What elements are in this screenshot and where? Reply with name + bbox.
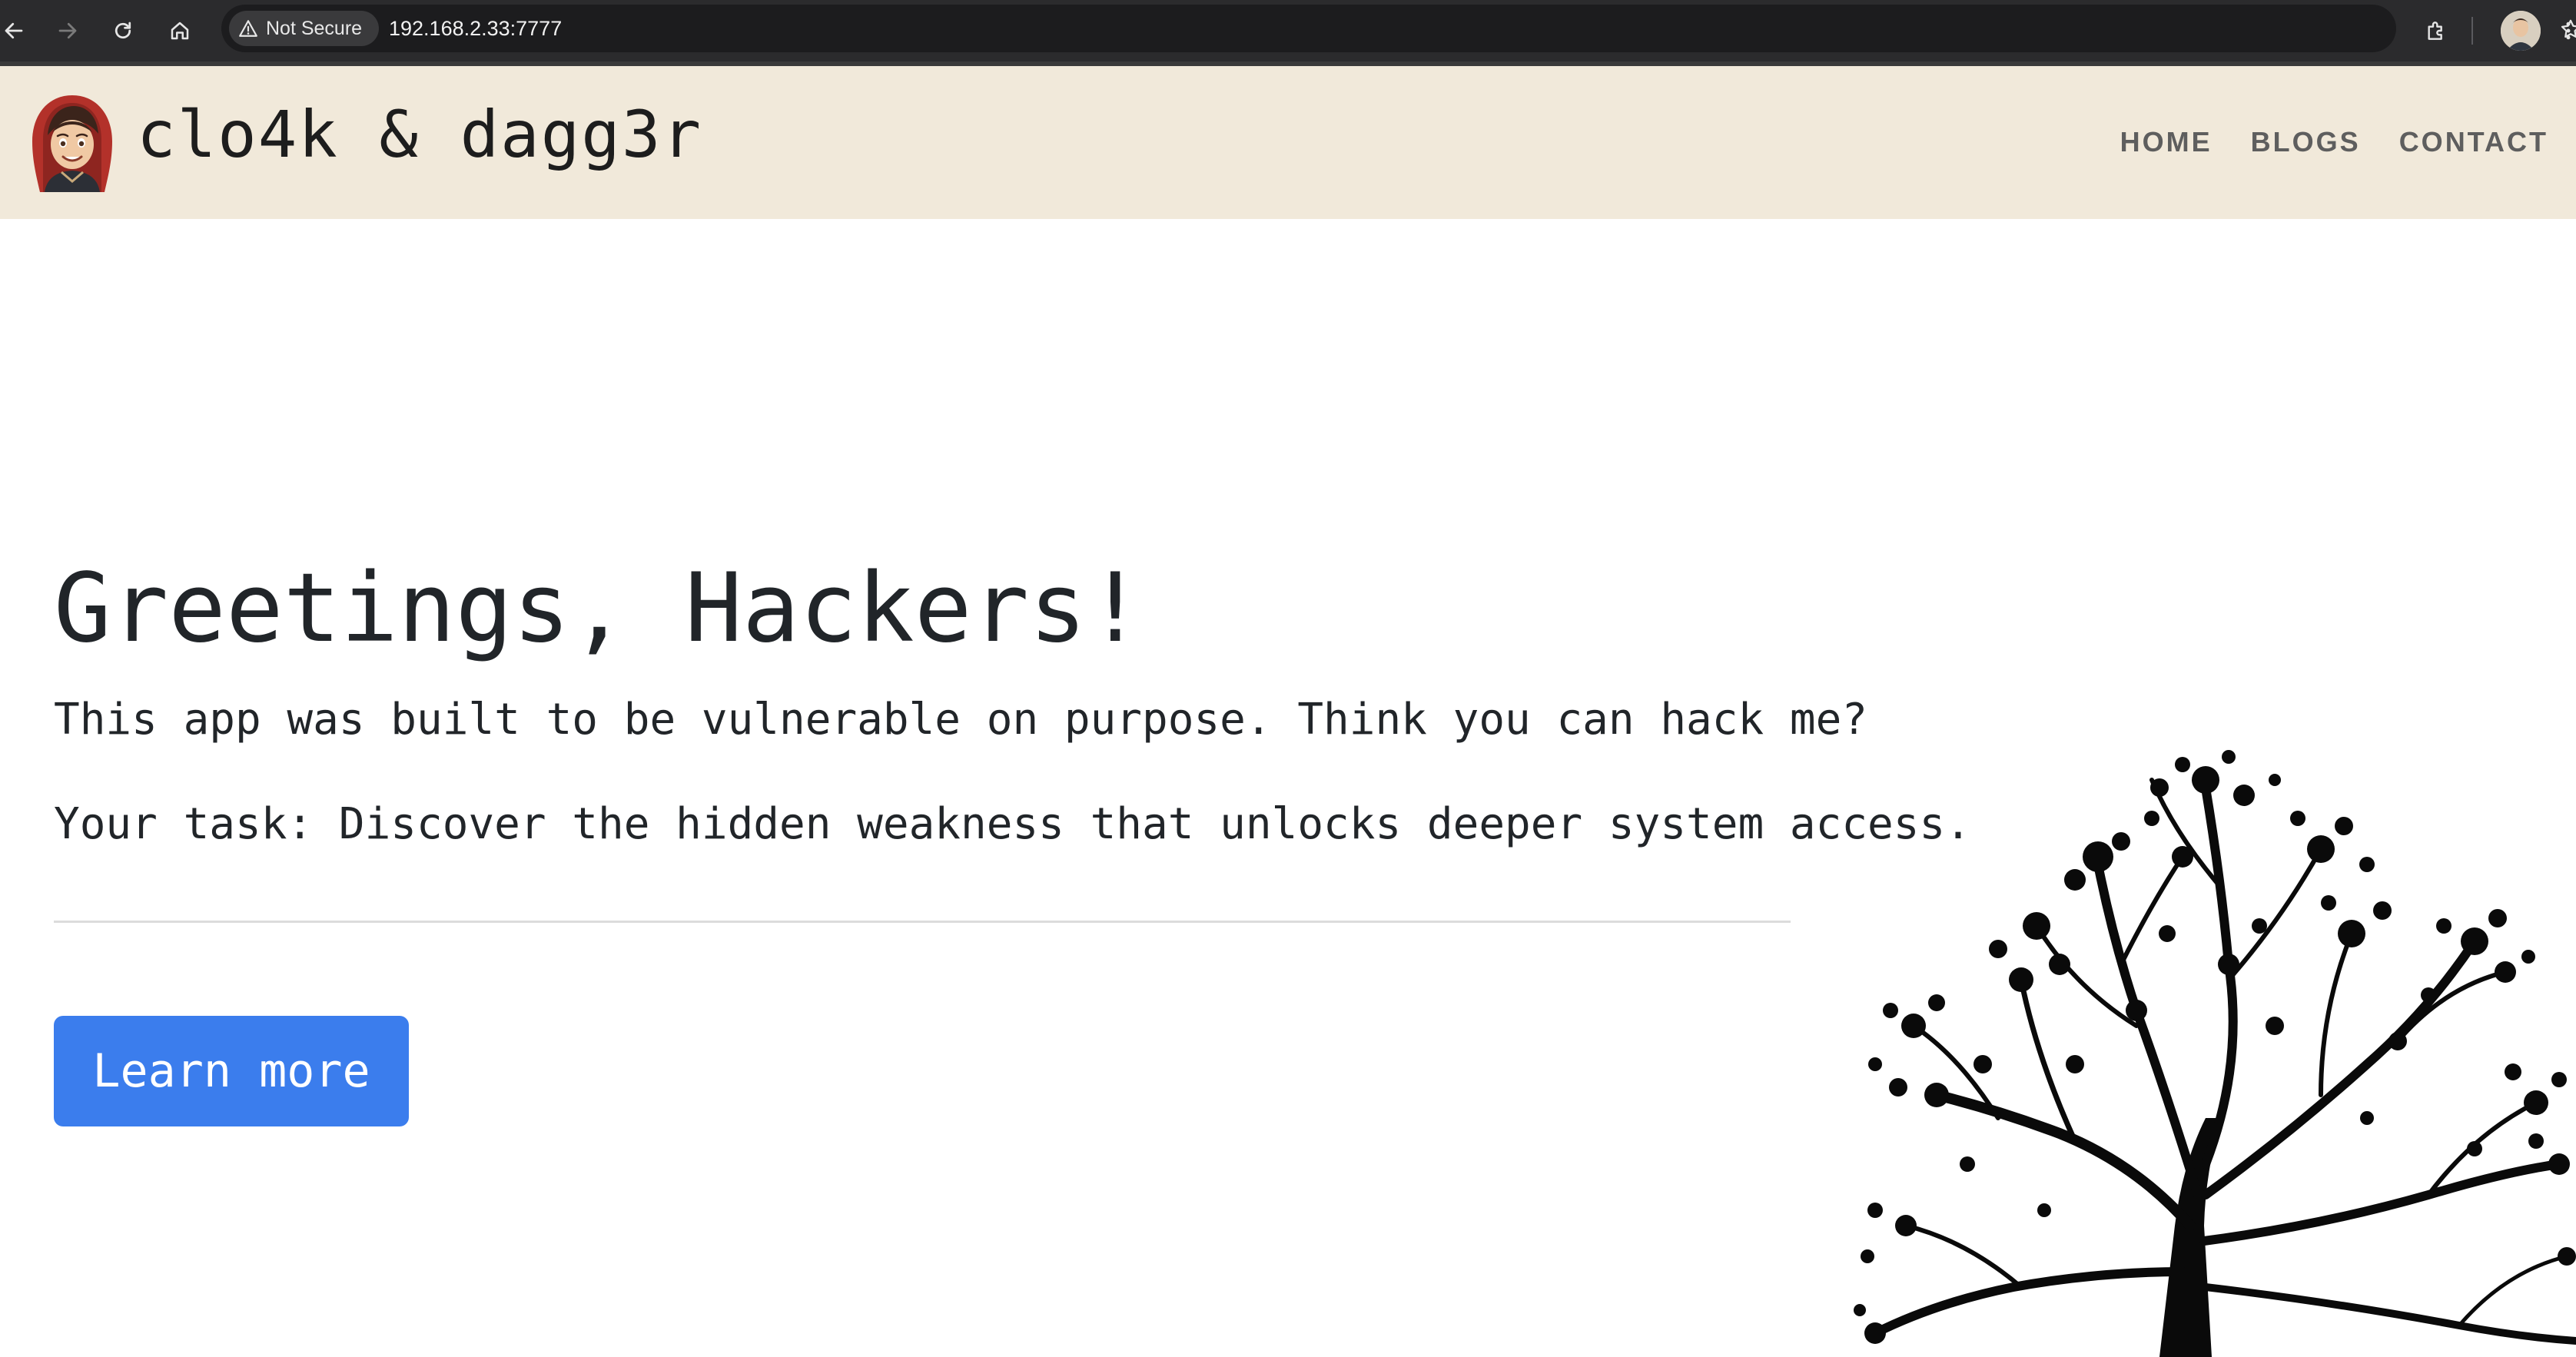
learn-more-button[interactable]: Learn more: [54, 1016, 409, 1126]
arrow-left-icon: [5, 22, 23, 39]
toolbar-divider: [2471, 17, 2473, 45]
warning-triangle-icon: [239, 20, 257, 37]
divider: [54, 921, 1791, 923]
url-text: 192.168.2.33:7777: [389, 17, 563, 40]
tree-silhouette-image: [1854, 750, 2576, 1357]
logo-avatar[interactable]: [25, 92, 120, 192]
site-header: clo4k & dagg3r HOME BLOGS CONTACT: [0, 61, 2576, 219]
home-button[interactable]: [160, 11, 200, 51]
kebab-menu-icon: [2566, 22, 2571, 40]
arrow-right-icon: [58, 22, 77, 39]
extensions-button[interactable]: [2416, 11, 2456, 51]
back-button[interactable]: [0, 11, 34, 51]
nav-blogs-link[interactable]: BLOGS: [2251, 126, 2361, 158]
forward-button[interactable]: [48, 11, 88, 51]
hero-task: Your task: Discover the hidden weakness …: [54, 799, 1971, 849]
reload-icon: [115, 22, 131, 39]
hooded-hacker-avatar: [32, 95, 112, 192]
hero-lead: This app was built to be vulnerable on p…: [54, 695, 1868, 745]
nav-home-link[interactable]: HOME: [2120, 126, 2213, 158]
reload-button[interactable]: [103, 11, 143, 51]
profile-picture: [2501, 11, 2541, 51]
browser-menu-button[interactable]: [2548, 11, 2576, 51]
home-icon: [171, 22, 189, 40]
security-chip[interactable]: Not Secure: [229, 11, 380, 46]
profile-avatar[interactable]: [2501, 11, 2541, 51]
site-title[interactable]: clo4k & dagg3r: [137, 97, 702, 172]
security-label: Not Secure: [266, 17, 363, 39]
nav-contact-link[interactable]: CONTACT: [2399, 126, 2548, 158]
main-nav: HOME BLOGS CONTACT: [2120, 126, 2548, 158]
address-bar[interactable]: Not Secure 192.168.2.33:7777: [221, 5, 2576, 52]
browser-toolbar: Not Secure 192.168.2.33:7777: [0, 0, 2576, 61]
hero-title: Greetings, Hackers!: [54, 553, 1144, 664]
puzzle-icon: [2428, 22, 2442, 40]
